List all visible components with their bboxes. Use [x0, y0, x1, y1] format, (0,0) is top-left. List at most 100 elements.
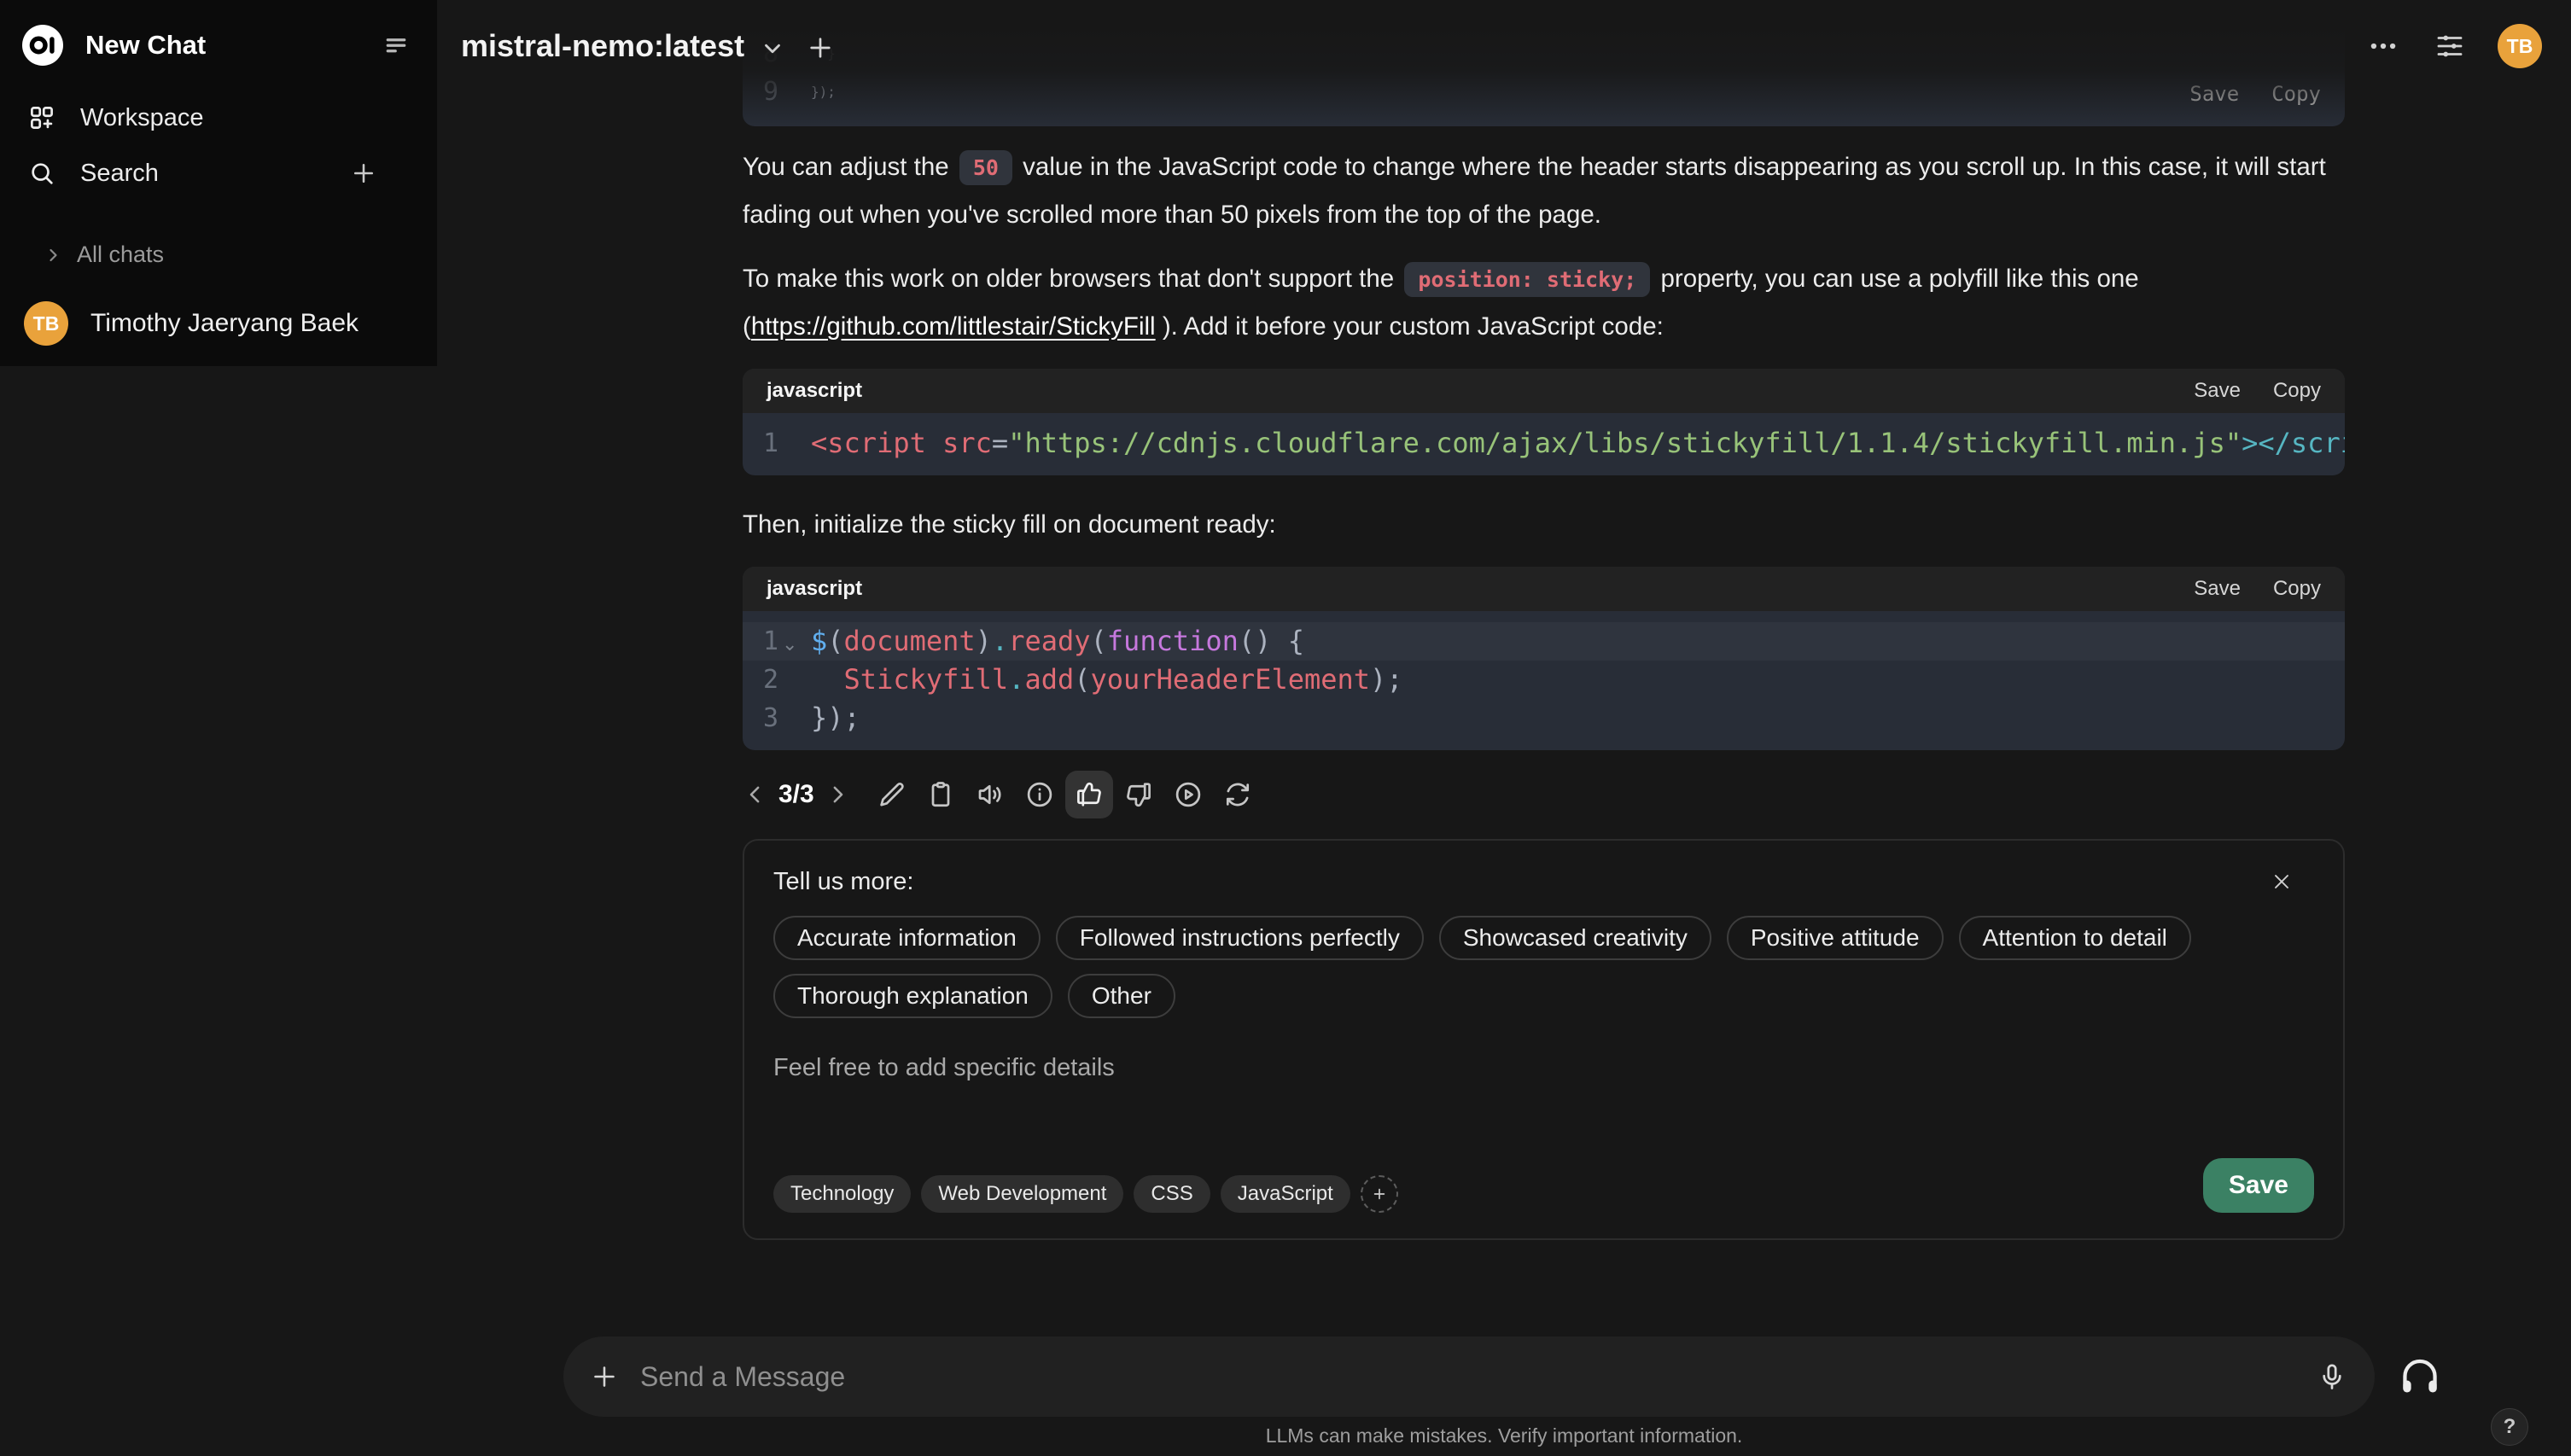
regenerate-button[interactable] [1214, 771, 1262, 818]
user-avatar: TB [24, 301, 68, 346]
refresh-icon [1222, 779, 1253, 810]
good-response-button[interactable] [1064, 771, 1113, 818]
composer: Send a Message [563, 1337, 2443, 1417]
sidebar-item-all-chats[interactable]: All chats [14, 230, 423, 279]
continue-response-button[interactable] [1164, 771, 1212, 818]
feedback-title: Tell us more: [773, 867, 914, 895]
speaker-icon [975, 779, 1006, 810]
thumbs-up-icon [1074, 779, 1105, 810]
plus-icon [1371, 1185, 1388, 1203]
headphones-icon [2397, 1354, 2443, 1400]
clipboard-icon [925, 779, 956, 810]
feedback-option-attention-to-detail[interactable]: Attention to detail [1958, 916, 2191, 960]
code-copy-button[interactable]: Copy [2273, 577, 2321, 601]
feedback-details-input[interactable]: Feel free to add specific details [773, 1054, 2314, 1082]
open-webui-app: New Chat Workspace Search All chats TB T… [0, 0, 2571, 1456]
feedback-option-other[interactable]: Other [1067, 974, 1175, 1018]
inline-code: position: sticky; [1404, 262, 1651, 297]
code-copy-button[interactable]: Copy [2273, 379, 2321, 403]
code-line: 3}); [763, 702, 860, 734]
model-selector[interactable]: mistral-nemo:latest [461, 28, 785, 64]
feedback-options: Accurate information Followed instruction… [773, 916, 2314, 1018]
info-circle-icon [1024, 779, 1055, 810]
tag-css[interactable]: CSS [1134, 1175, 1210, 1213]
header-new-chat-button[interactable] [804, 32, 837, 64]
sidebar-plus-button[interactable] [348, 158, 379, 189]
code-block-header: javascript Save Copy [743, 369, 2345, 413]
inline-code: 50 [959, 150, 1012, 185]
edit-message-button[interactable] [867, 771, 915, 818]
response-paragraph: To make this work on older browsers that… [743, 255, 2345, 350]
tag-web-development[interactable]: Web Development [921, 1175, 1124, 1213]
add-tag-button[interactable] [1360, 1175, 1398, 1213]
read-aloud-button[interactable] [966, 771, 1014, 818]
model-name: mistral-nemo:latest [461, 28, 745, 63]
feedback-option-showcased-creativity[interactable]: Showcased creativity [1438, 916, 1711, 960]
code-block-javascript: javascript Save Copy 1 <script src="https… [743, 369, 2345, 475]
feedback-option-thorough-explanation[interactable]: Thorough explanation [773, 974, 1052, 1018]
response-paragraph: Then, initialize the sticky fill on docu… [743, 510, 1276, 539]
attach-button[interactable] [589, 1361, 620, 1392]
code-save-button[interactable]: Save [2194, 379, 2241, 403]
feedback-option-accurate-information[interactable]: Accurate information [773, 916, 1041, 960]
all-chats-label: All chats [77, 242, 165, 267]
sliders-icon [2434, 30, 2466, 62]
message-pager: 3/3 [743, 780, 850, 809]
user-name: Timothy Jaeryang Baek [90, 309, 359, 337]
markdown-link[interactable]: https://github.com/littlestair/StickyFil… [751, 312, 1156, 341]
message-input-placeholder: Send a Message [640, 1360, 846, 1392]
feedback-option-positive-attitude[interactable]: Positive attitude [1726, 916, 1944, 960]
code-content: 1 <script src="https://cdnjs.cloudflare.c… [743, 413, 2345, 475]
code-block-javascript: javascript Save Copy 1 ⌄ $(document).ready… [743, 567, 2345, 750]
plus-icon [348, 158, 379, 189]
feedback-close-button[interactable] [2270, 866, 2300, 897]
new-chat-button[interactable]: New Chat [0, 0, 437, 90]
voice-input-button[interactable] [2317, 1361, 2347, 1392]
feedback-tags: Technology Web Development CSS JavaScript [773, 1175, 2203, 1213]
chat-controls-button[interactable] [2431, 27, 2469, 65]
message-pager-count: 3/3 [778, 780, 814, 808]
pencil-icon [876, 779, 907, 810]
play-circle-icon [1173, 779, 1204, 810]
feedback-panel: Tell us more: Accurate information Follow… [743, 839, 2345, 1240]
copy-response-button[interactable] [917, 771, 965, 818]
main-area: 8 } 9}); Save Copy You can adjust the 50 … [437, 0, 2571, 1456]
new-chat-label: New Chat [85, 30, 207, 60]
app-logo-icon [22, 25, 63, 66]
sidebar-item-search[interactable]: Search [14, 147, 423, 200]
ellipsis-icon [2367, 30, 2399, 62]
text-segment: ). Add it before your custom JavaScript … [1155, 312, 1664, 341]
feedback-option-followed-instructions-perfectly[interactable]: Followed instructions perfectly [1055, 916, 1424, 960]
code-language-label: javascript [767, 577, 863, 600]
tag-javascript[interactable]: JavaScript [1220, 1175, 1350, 1213]
chat-message-content: 8 } 9}); Save Copy You can adjust the 50 … [743, 0, 2345, 1240]
call-mode-button[interactable] [2397, 1354, 2443, 1400]
sidebar-toggle-button[interactable] [377, 26, 415, 64]
plus-icon [589, 1361, 620, 1392]
help-button[interactable]: ? [2491, 1408, 2528, 1446]
next-message-button[interactable] [825, 782, 850, 807]
workspace-label: Workspace [80, 103, 204, 131]
tag-technology[interactable]: Technology [773, 1175, 912, 1213]
header-avatar-button[interactable]: TB [2498, 24, 2542, 68]
feedback-save-button[interactable]: Save [2202, 1158, 2314, 1213]
code-line: 1 <script src="https://cdnjs.cloudflare.c… [763, 427, 2345, 459]
search-icon [27, 159, 56, 188]
code-save-button[interactable]: Save [2194, 577, 2241, 601]
sidebar-item-workspace[interactable]: Workspace [14, 92, 423, 143]
bad-response-button[interactable] [1115, 771, 1163, 818]
info-button[interactable] [1016, 771, 1064, 818]
chevron-right-icon [825, 782, 850, 807]
top-bar: mistral-nemo:latest TB [437, 0, 2571, 92]
code-content: 1 ⌄ $(document).ready(function() {2 Sticky… [743, 611, 2345, 750]
microphone-icon [2317, 1361, 2347, 1392]
response-paragraph: You can adjust the 50 value in the JavaS… [743, 143, 2345, 238]
code-line: 1 ⌄ $(document).ready(function() { [743, 622, 2345, 661]
previous-message-button[interactable] [743, 782, 768, 807]
user-menu-button[interactable]: TB Timothy Jaeryang Baek [0, 281, 437, 366]
thumbs-down-icon [1123, 779, 1154, 810]
text-segment: You can adjust the [743, 153, 956, 181]
chat-menu-button[interactable] [2364, 27, 2402, 65]
disclaimer-text: LLMs can make mistakes. Verify important… [1265, 1424, 1743, 1447]
message-input[interactable]: Send a Message [563, 1337, 2375, 1417]
